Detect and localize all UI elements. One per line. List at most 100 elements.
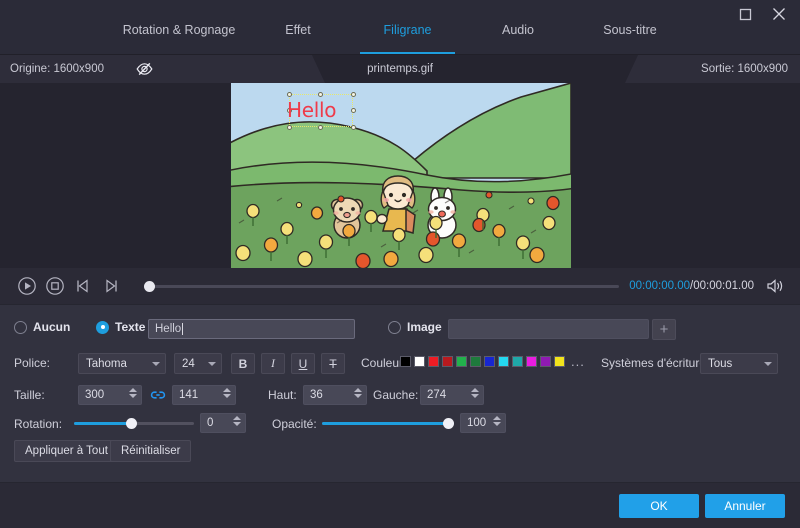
play-icon[interactable] [16,275,38,297]
opacity-slider[interactable] [322,413,454,433]
more-colors-button[interactable]: ... [571,355,585,368]
color-swatch[interactable] [484,356,495,367]
stepper-down-icon[interactable] [471,394,479,398]
strikethrough-button[interactable]: T [321,353,345,374]
ok-button[interactable]: OK [619,494,699,518]
resize-handle-n[interactable] [318,91,323,97]
radio-label: Aucun [33,320,71,334]
tab-label: Rotation & Rognage [122,23,236,37]
opacity-input[interactable]: 100 [460,413,506,433]
color-swatch[interactable] [456,356,467,367]
tab-filigrane[interactable]: Filigrane [360,20,455,54]
filename-text: printemps.gif [367,63,433,75]
previous-frame-icon[interactable] [72,275,94,297]
player-toolbar: 00:00:00.00/00:00:01.00 [0,268,800,304]
stop-icon[interactable] [44,275,66,297]
stepper-down-icon[interactable] [129,394,137,398]
left-value: 274 [427,389,447,401]
font-family-select[interactable]: Tahoma [78,353,166,374]
watermark-text-value: Hello [155,323,182,335]
italic-button[interactable]: I [261,353,285,374]
slider-knob[interactable] [443,418,454,429]
height-stepper[interactable] [223,388,231,398]
color-swatch[interactable] [554,356,565,367]
tab-audio[interactable]: Audio [488,20,548,54]
stepper-up-icon[interactable] [233,416,241,420]
tab-sous-titre[interactable]: Sous-titre [592,20,668,54]
width-stepper[interactable] [129,388,137,398]
reset-button[interactable]: Réinitialiser [110,440,192,462]
chevron-down-icon [208,361,216,366]
tab-label: Audio [502,23,534,37]
stepper-down-icon[interactable] [354,394,362,398]
resize-handle-ne[interactable] [350,91,356,97]
stepper-up-icon[interactable] [493,416,501,420]
tab-rotation-rognage[interactable]: Rotation & Rognage [120,20,238,54]
cancel-button[interactable]: Annuler [705,494,785,518]
rotation-slider[interactable] [74,413,194,433]
underline-button[interactable]: U [291,353,315,374]
stepper-up-icon[interactable] [354,388,362,392]
top-value: 36 [310,389,323,401]
color-swatch[interactable] [400,356,411,367]
color-swatch[interactable] [414,356,425,367]
color-swatch[interactable] [470,356,481,367]
resize-handle-nw[interactable] [286,91,292,97]
link-aspect-ratio-icon[interactable] [150,387,166,403]
tab-effet[interactable]: Effet [268,20,328,54]
apply-to-all-button[interactable]: Appliquer à Tout [14,440,119,462]
stepper-down-icon[interactable] [223,394,231,398]
watermark-image-input[interactable] [448,319,649,339]
width-input[interactable]: 300 [78,385,142,405]
left-label: Gauche: [373,388,419,402]
stepper-up-icon[interactable] [223,388,231,392]
stepper-up-icon[interactable] [129,388,137,392]
stepper-up-icon[interactable] [471,388,479,392]
color-swatch[interactable] [512,356,523,367]
color-swatch[interactable] [498,356,509,367]
radio-label: Texte [115,320,146,334]
add-image-button[interactable]: + [652,319,676,340]
height-input[interactable]: 141 [172,385,236,405]
color-swatch[interactable] [442,356,453,367]
radio-image[interactable]: Image [388,320,442,334]
color-swatch[interactable] [540,356,551,367]
seek-thumb[interactable] [144,281,155,292]
italic-icon: I [271,356,275,370]
bold-button[interactable]: B [231,353,255,374]
font-size-select[interactable]: 24 [174,353,222,374]
slider-fill [74,422,132,425]
apply-to-all-label: Appliquer à Tout [25,445,108,457]
resize-handle-s[interactable] [318,124,323,130]
script-systems-select[interactable]: Tous [700,353,778,374]
left-stepper[interactable] [471,388,479,398]
stepper-down-icon[interactable] [233,422,241,426]
volume-icon[interactable] [762,275,788,297]
color-swatch[interactable] [526,356,537,367]
radio-texte[interactable]: Texte [96,320,145,334]
top-stepper[interactable] [354,388,362,398]
plus-icon: + [659,321,669,338]
strikethrough-icon: T [329,356,337,371]
watermark-preview-text: Hello [287,98,337,122]
underline-icon: U [298,356,308,371]
preview-visibility-off-icon[interactable] [133,59,155,79]
resize-handle-se[interactable] [350,124,356,130]
seek-bar[interactable] [144,268,620,304]
watermark-text-input[interactable]: Hello [148,319,355,339]
transport-controls [16,275,122,297]
opacity-stepper[interactable] [493,416,501,426]
next-frame-icon[interactable] [100,275,122,297]
radio-aucun[interactable]: Aucun [14,320,70,334]
video-preview[interactable] [231,83,571,268]
rotation-input[interactable]: 0 [200,413,246,433]
dialog-footer: OK Annuler [0,482,800,528]
color-swatch[interactable] [428,356,439,367]
size-label: Taille: [14,388,45,402]
rotation-stepper[interactable] [233,416,241,426]
left-input[interactable]: 274 [420,385,484,405]
resize-handle-sw[interactable] [286,124,292,130]
stepper-down-icon[interactable] [493,422,501,426]
top-input[interactable]: 36 [303,385,367,405]
slider-knob[interactable] [125,418,137,429]
